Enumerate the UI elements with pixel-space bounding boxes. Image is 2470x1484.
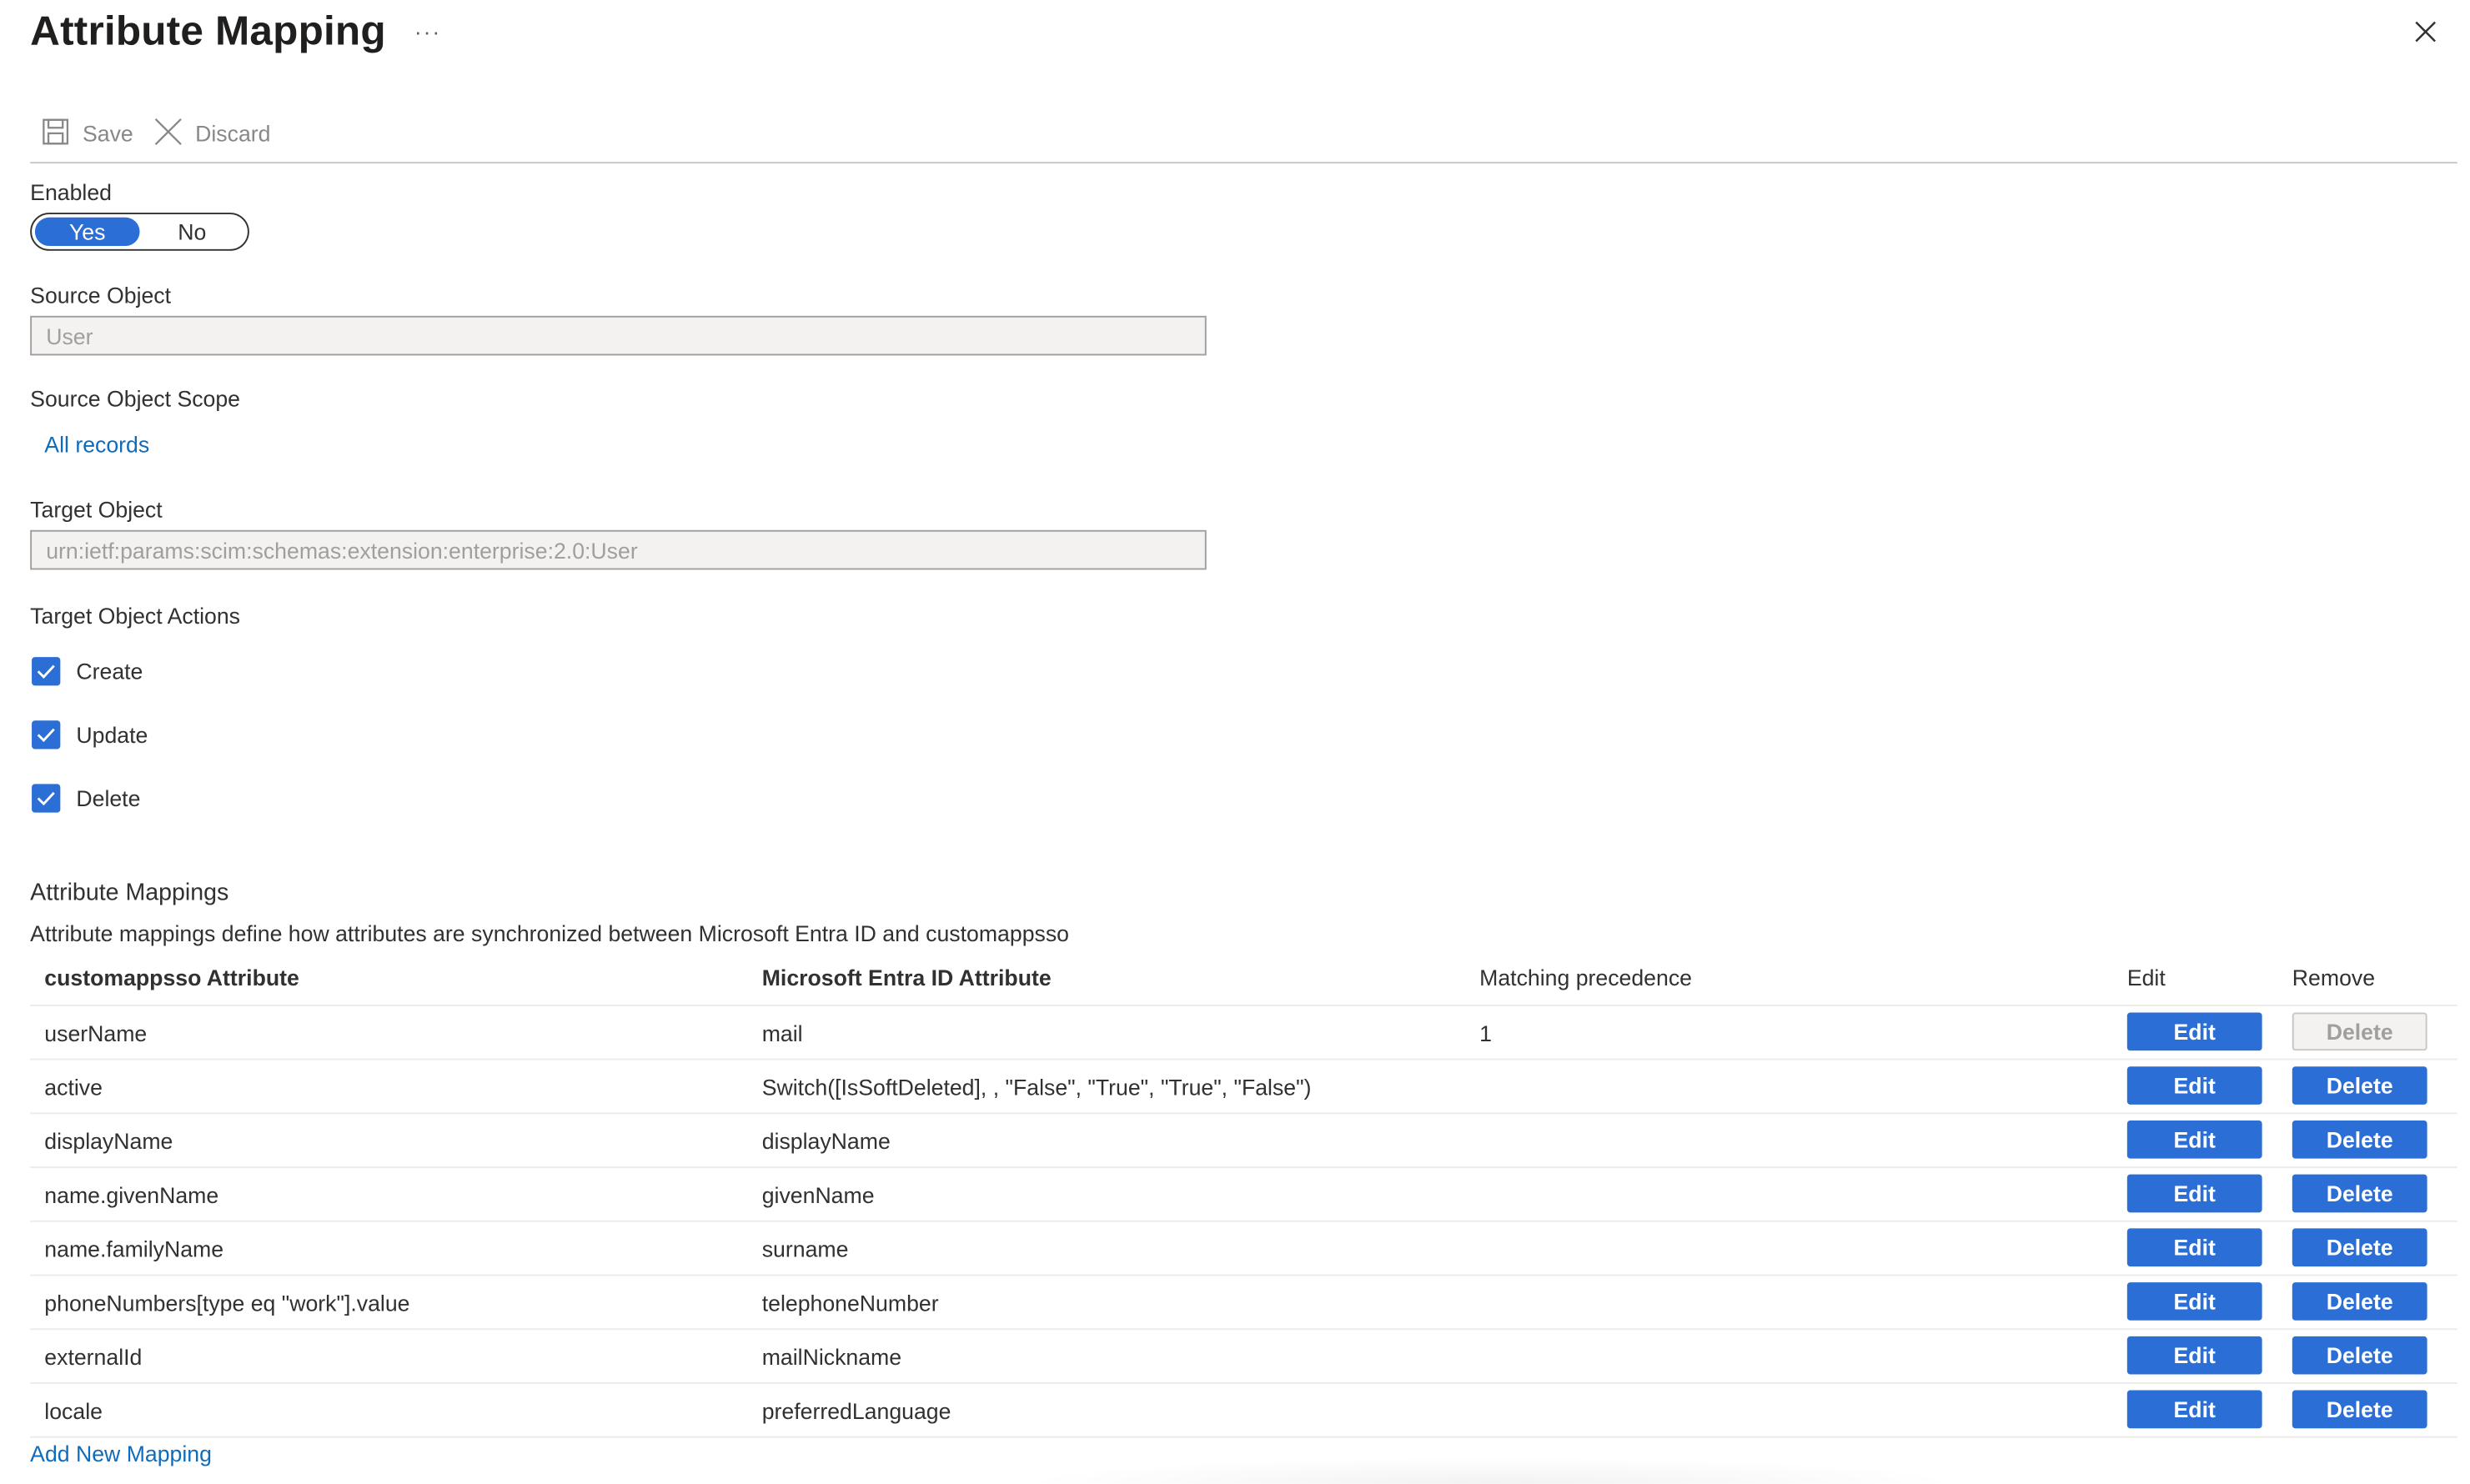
update-checkbox[interactable]: Update (32, 719, 148, 750)
entra-attribute-cell: telephoneNumber (761, 1290, 939, 1316)
discard-icon (154, 117, 195, 150)
discard-button[interactable]: Discard (154, 114, 271, 153)
table-row: userName mail 1 Edit Delete (30, 1006, 2457, 1060)
table-row: locale preferredLanguage Edit Delete (30, 1384, 2457, 1438)
delete-button: Delete (2292, 1012, 2427, 1051)
header-precedence[interactable]: Matching precedence (1479, 965, 1692, 990)
source-object-field[interactable] (30, 315, 1207, 356)
header-edit: Edit (2126, 965, 2166, 990)
target-actions-label: Target Object Actions (30, 603, 241, 629)
app-attribute-cell: phoneNumbers[type eq "work"].value (44, 1290, 410, 1316)
table-row: externalId mailNickname Edit Delete (30, 1330, 2457, 1384)
target-object-field[interactable] (30, 529, 1207, 570)
toolbar-divider (30, 162, 2457, 164)
footer-shadow (1016, 1456, 1969, 1484)
delete-label: Delete (76, 785, 141, 811)
app-attribute-cell: userName (44, 1020, 148, 1046)
table-row: displayName displayName Edit Delete (30, 1114, 2457, 1169)
edit-button[interactable]: Edit (2126, 1390, 2262, 1429)
app-attribute-cell: externalId (44, 1344, 143, 1370)
page-title: Attribute Mapping (30, 6, 386, 54)
delete-button[interactable]: Delete (2292, 1336, 2427, 1375)
table-row: active Switch([IsSoftDeleted], , "False"… (30, 1060, 2457, 1115)
save-button[interactable]: Save (41, 114, 133, 153)
edit-button[interactable]: Edit (2126, 1120, 2262, 1159)
entra-attribute-cell: preferredLanguage (761, 1398, 951, 1424)
source-object-label: Source Object (30, 282, 172, 308)
all-records-link[interactable]: All records (44, 432, 149, 457)
app-attribute-cell: active (44, 1074, 103, 1100)
target-object-label: Target Object (30, 496, 163, 523)
header-remove: Remove (2292, 965, 2376, 990)
mappings-title: Attribute Mappings (30, 879, 229, 906)
edit-button[interactable]: Edit (2126, 1012, 2262, 1051)
toggle-yes[interactable]: Yes (34, 217, 140, 247)
header-app-attribute[interactable]: customappsso Attribute (44, 965, 299, 990)
app-attribute-cell: locale (44, 1398, 103, 1424)
edit-button[interactable]: Edit (2126, 1066, 2262, 1105)
delete-button[interactable]: Delete (2292, 1174, 2427, 1213)
edit-button[interactable]: Edit (2126, 1228, 2262, 1267)
delete-button[interactable]: Delete (2292, 1228, 2427, 1267)
delete-checkbox[interactable]: Delete (32, 782, 140, 814)
save-label: Save (82, 120, 133, 147)
app-attribute-cell: name.givenName (44, 1182, 219, 1208)
delete-button[interactable]: Delete (2292, 1120, 2427, 1159)
edit-button[interactable]: Edit (2126, 1282, 2262, 1321)
precedence-cell: 1 (1479, 1020, 1492, 1046)
entra-attribute-cell: Switch([IsSoftDeleted], , "False", "True… (761, 1074, 1312, 1100)
source-scope-label: Source Object Scope (30, 385, 241, 412)
app-attribute-cell: displayName (44, 1128, 173, 1154)
table-row: name.givenName givenName Edit Delete (30, 1168, 2457, 1222)
table-row: phoneNumbers[type eq "work"].value telep… (30, 1276, 2457, 1331)
checkmark-icon[interactable] (32, 720, 61, 750)
entra-attribute-cell: givenName (761, 1182, 875, 1208)
delete-button[interactable]: Delete (2292, 1390, 2427, 1429)
attribute-mapping-panel: Attribute Mapping ··· Save Discard Enabl… (0, 0, 2470, 1484)
app-attribute-cell: name.familyName (44, 1236, 224, 1262)
delete-button[interactable]: Delete (2292, 1282, 2427, 1321)
enabled-label: Enabled (30, 179, 112, 205)
header-entra-attribute[interactable]: Microsoft Entra ID Attribute (762, 965, 1052, 990)
edit-button[interactable]: Edit (2126, 1174, 2262, 1213)
entra-attribute-cell: surname (761, 1236, 849, 1262)
discard-label: Discard (195, 120, 271, 147)
checkmark-icon[interactable] (32, 657, 61, 686)
checkmark-icon[interactable] (32, 784, 61, 813)
create-checkbox[interactable]: Create (32, 655, 143, 687)
more-icon[interactable]: ··· (414, 19, 441, 44)
entra-attribute-cell: mailNickname (761, 1344, 902, 1370)
add-new-mapping-link[interactable]: Add New Mapping (30, 1441, 212, 1466)
enabled-toggle[interactable]: Yes No (30, 213, 249, 251)
update-label: Update (76, 722, 148, 748)
mappings-description: Attribute mappings define how attributes… (30, 920, 1070, 946)
edit-button[interactable]: Edit (2126, 1336, 2262, 1375)
save-icon (41, 117, 82, 150)
create-label: Create (76, 658, 143, 684)
table-row: name.familyName surname Edit Delete (30, 1222, 2457, 1276)
entra-attribute-cell: displayName (761, 1128, 891, 1154)
toggle-no[interactable]: No (140, 218, 245, 246)
entra-attribute-cell: mail (761, 1020, 803, 1046)
close-icon[interactable] (2412, 19, 2444, 51)
delete-button[interactable]: Delete (2292, 1066, 2427, 1105)
